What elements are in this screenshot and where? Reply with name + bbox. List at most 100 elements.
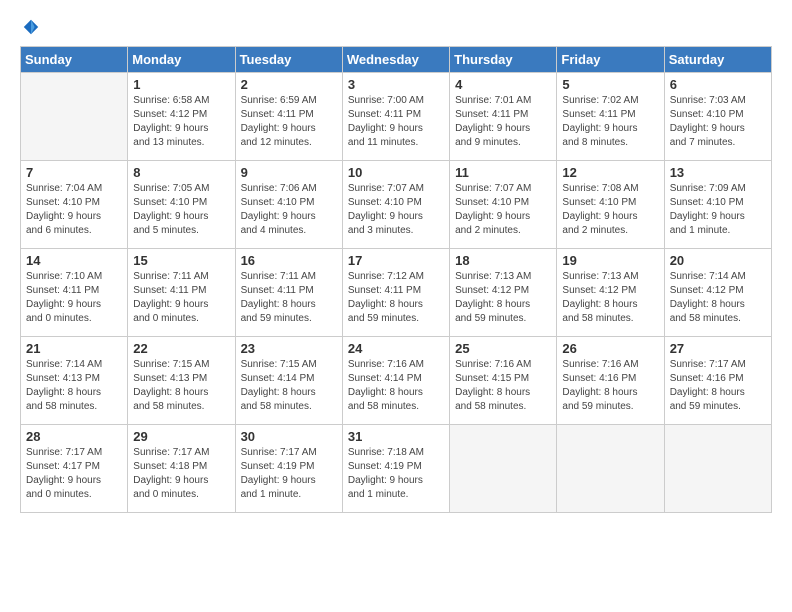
header-cell-thursday: Thursday	[450, 47, 557, 73]
day-number: 31	[348, 429, 444, 444]
day-cell: 10 Sunrise: 7:07 AM Sunset: 4:10 PM Dayli…	[342, 161, 449, 249]
day-info: Sunrise: 7:06 AM Sunset: 4:10 PM Dayligh…	[241, 182, 337, 238]
day-cell	[664, 425, 771, 513]
day-cell: 24 Sunrise: 7:16 AM Sunset: 4:14 PM Dayli…	[342, 337, 449, 425]
day-cell: 29 Sunrise: 7:17 AM Sunset: 4:18 PM Dayli…	[128, 425, 235, 513]
day-info: Sunrise: 7:13 AM Sunset: 4:12 PM Dayligh…	[455, 270, 551, 326]
day-cell: 13Sunrise: 7:09 AM Sunset: 4:10 PM Dayli…	[664, 161, 771, 249]
header-cell-sunday: Sunday	[21, 47, 128, 73]
day-number: 16	[241, 253, 337, 268]
day-number: 6	[670, 77, 766, 92]
day-cell: 14 Sunrise: 7:10 AM Sunset: 4:11 PM Dayli…	[21, 249, 128, 337]
day-cell: 19 Sunrise: 7:13 AM Sunset: 4:12 PM Dayli…	[557, 249, 664, 337]
header-cell-friday: Friday	[557, 47, 664, 73]
day-info: Sunrise: 6:59 AM Sunset: 4:11 PM Dayligh…	[241, 94, 337, 150]
day-info: Sunrise: 7:16 AM Sunset: 4:16 PM Dayligh…	[562, 358, 658, 414]
day-cell: 23 Sunrise: 7:15 AM Sunset: 4:14 PM Dayli…	[235, 337, 342, 425]
day-info: Sunrise: 7:16 AM Sunset: 4:14 PM Dayligh…	[348, 358, 444, 414]
day-number: 4	[455, 77, 551, 92]
day-number: 22	[133, 341, 229, 356]
calendar-table: SundayMondayTuesdayWednesdayThursdayFrid…	[20, 46, 772, 513]
header-cell-wednesday: Wednesday	[342, 47, 449, 73]
day-number: 18	[455, 253, 551, 268]
day-info: Sunrise: 7:15 AM Sunset: 4:14 PM Dayligh…	[241, 358, 337, 414]
week-row-3: 14 Sunrise: 7:10 AM Sunset: 4:11 PM Dayli…	[21, 249, 772, 337]
day-number: 26	[562, 341, 658, 356]
day-number: 27	[670, 341, 766, 356]
page-container: SundayMondayTuesdayWednesdayThursdayFrid…	[0, 0, 792, 612]
header-cell-tuesday: Tuesday	[235, 47, 342, 73]
day-cell: 7 Sunrise: 7:04 AM Sunset: 4:10 PM Daylig…	[21, 161, 128, 249]
day-number: 1	[133, 77, 229, 92]
day-cell: 28Sunrise: 7:17 AM Sunset: 4:17 PM Dayli…	[21, 425, 128, 513]
day-info: Sunrise: 7:09 AM Sunset: 4:10 PM Dayligh…	[670, 182, 766, 238]
day-info: Sunrise: 7:05 AM Sunset: 4:10 PM Dayligh…	[133, 182, 229, 238]
day-cell: 25 Sunrise: 7:16 AM Sunset: 4:15 PM Dayli…	[450, 337, 557, 425]
day-number: 21	[26, 341, 122, 356]
day-cell: 6Sunrise: 7:03 AM Sunset: 4:10 PM Daylig…	[664, 73, 771, 161]
week-row-2: 7 Sunrise: 7:04 AM Sunset: 4:10 PM Daylig…	[21, 161, 772, 249]
day-cell: 3Sunrise: 7:00 AM Sunset: 4:11 PM Daylig…	[342, 73, 449, 161]
day-info: Sunrise: 7:18 AM Sunset: 4:19 PM Dayligh…	[348, 446, 444, 502]
day-number: 7	[26, 165, 122, 180]
day-number: 19	[562, 253, 658, 268]
day-cell	[21, 73, 128, 161]
calendar-body: 1Sunrise: 6:58 AM Sunset: 4:12 PM Daylig…	[21, 73, 772, 513]
day-cell: 20 Sunrise: 7:14 AM Sunset: 4:12 PM Dayli…	[664, 249, 771, 337]
header-cell-monday: Monday	[128, 47, 235, 73]
calendar-header: SundayMondayTuesdayWednesdayThursdayFrid…	[21, 47, 772, 73]
day-cell: 17 Sunrise: 7:12 AM Sunset: 4:11 PM Dayli…	[342, 249, 449, 337]
day-cell: 21 Sunrise: 7:14 AM Sunset: 4:13 PM Dayli…	[21, 337, 128, 425]
day-number: 24	[348, 341, 444, 356]
day-number: 25	[455, 341, 551, 356]
day-cell: 2 Sunrise: 6:59 AM Sunset: 4:11 PM Daylig…	[235, 73, 342, 161]
day-info: Sunrise: 7:16 AM Sunset: 4:15 PM Dayligh…	[455, 358, 551, 414]
day-info: Sunrise: 7:13 AM Sunset: 4:12 PM Dayligh…	[562, 270, 658, 326]
week-row-4: 21 Sunrise: 7:14 AM Sunset: 4:13 PM Dayli…	[21, 337, 772, 425]
day-info: Sunrise: 7:14 AM Sunset: 4:13 PM Dayligh…	[26, 358, 122, 414]
day-number: 23	[241, 341, 337, 356]
day-info: Sunrise: 7:17 AM Sunset: 4:17 PM Dayligh…	[26, 446, 122, 502]
day-info: Sunrise: 7:17 AM Sunset: 4:19 PM Dayligh…	[241, 446, 337, 502]
day-info: Sunrise: 7:04 AM Sunset: 4:10 PM Dayligh…	[26, 182, 122, 238]
day-info: Sunrise: 7:17 AM Sunset: 4:18 PM Dayligh…	[133, 446, 229, 502]
day-info: Sunrise: 7:07 AM Sunset: 4:10 PM Dayligh…	[455, 182, 551, 238]
day-info: Sunrise: 7:11 AM Sunset: 4:11 PM Dayligh…	[241, 270, 337, 326]
day-cell: 27 Sunrise: 7:17 AM Sunset: 4:16 PM Dayli…	[664, 337, 771, 425]
day-info: Sunrise: 7:14 AM Sunset: 4:12 PM Dayligh…	[670, 270, 766, 326]
day-info: Sunrise: 7:08 AM Sunset: 4:10 PM Dayligh…	[562, 182, 658, 238]
day-cell: 11 Sunrise: 7:07 AM Sunset: 4:10 PM Dayli…	[450, 161, 557, 249]
day-number: 2	[241, 77, 337, 92]
day-number: 10	[348, 165, 444, 180]
day-info: Sunrise: 7:17 AM Sunset: 4:16 PM Dayligh…	[670, 358, 766, 414]
day-info: Sunrise: 7:10 AM Sunset: 4:11 PM Dayligh…	[26, 270, 122, 326]
day-number: 29	[133, 429, 229, 444]
day-cell: 30 Sunrise: 7:17 AM Sunset: 4:19 PM Dayli…	[235, 425, 342, 513]
day-number: 17	[348, 253, 444, 268]
day-cell: 26 Sunrise: 7:16 AM Sunset: 4:16 PM Dayli…	[557, 337, 664, 425]
week-row-5: 28Sunrise: 7:17 AM Sunset: 4:17 PM Dayli…	[21, 425, 772, 513]
day-cell	[450, 425, 557, 513]
day-number: 14	[26, 253, 122, 268]
logo	[20, 18, 40, 36]
day-number: 30	[241, 429, 337, 444]
day-number: 5	[562, 77, 658, 92]
day-info: Sunrise: 7:07 AM Sunset: 4:10 PM Dayligh…	[348, 182, 444, 238]
day-number: 8	[133, 165, 229, 180]
day-cell: 16 Sunrise: 7:11 AM Sunset: 4:11 PM Dayli…	[235, 249, 342, 337]
day-info: Sunrise: 7:02 AM Sunset: 4:11 PM Dayligh…	[562, 94, 658, 150]
day-cell: 8 Sunrise: 7:05 AM Sunset: 4:10 PM Daylig…	[128, 161, 235, 249]
day-info: Sunrise: 7:12 AM Sunset: 4:11 PM Dayligh…	[348, 270, 444, 326]
day-cell: 18 Sunrise: 7:13 AM Sunset: 4:12 PM Dayli…	[450, 249, 557, 337]
day-info: Sunrise: 7:15 AM Sunset: 4:13 PM Dayligh…	[133, 358, 229, 414]
day-cell	[557, 425, 664, 513]
logo-icon	[22, 18, 40, 36]
day-cell: 22 Sunrise: 7:15 AM Sunset: 4:13 PM Dayli…	[128, 337, 235, 425]
day-cell: 9Sunrise: 7:06 AM Sunset: 4:10 PM Daylig…	[235, 161, 342, 249]
day-info: Sunrise: 7:01 AM Sunset: 4:11 PM Dayligh…	[455, 94, 551, 150]
day-info: Sunrise: 7:00 AM Sunset: 4:11 PM Dayligh…	[348, 94, 444, 150]
day-number: 20	[670, 253, 766, 268]
day-number: 11	[455, 165, 551, 180]
day-number: 15	[133, 253, 229, 268]
day-info: Sunrise: 7:11 AM Sunset: 4:11 PM Dayligh…	[133, 270, 229, 326]
